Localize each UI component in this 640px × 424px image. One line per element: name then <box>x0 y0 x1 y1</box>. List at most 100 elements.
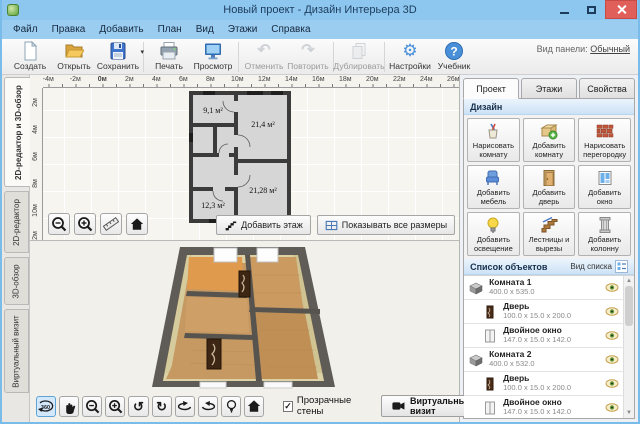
draw-room-button[interactable]: Нарисовать комнату <box>467 118 520 162</box>
object-row-room2[interactable]: Комната 2 400.0 x 532.0 <box>464 348 623 372</box>
visibility-eye-icon[interactable] <box>605 283 619 292</box>
horizontal-ruler: -4м-2м0м 2м4м6м 8м10м12м 14м16м18м 20м22… <box>43 75 459 88</box>
visibility-eye-icon[interactable] <box>605 403 619 412</box>
question-icon: ? <box>444 41 464 61</box>
home-icon <box>130 217 144 231</box>
add-furniture-button[interactable]: Добавить мебель <box>467 165 520 209</box>
visibility-eye-icon[interactable] <box>605 379 619 388</box>
stairs-cutouts-button[interactable]: Лестницы и вырезы <box>523 212 576 256</box>
add-door-button[interactable]: Добавить дверь <box>523 165 576 209</box>
zoom-out-2d-button[interactable] <box>48 213 70 235</box>
visibility-eye-icon[interactable] <box>605 307 619 316</box>
panel-view-link[interactable]: Обычный <box>590 44 630 54</box>
orbit-right-button[interactable] <box>198 396 218 417</box>
rotate-down-button[interactable]: ↻ <box>152 396 172 417</box>
main-toolbar: Создать Открыть Сохранить ▾ <box>2 39 638 75</box>
tab-2d-3d[interactable]: 2D-редактор и 3D-обзор <box>4 77 31 187</box>
app-window: Новый проект - Дизайн Интерьера 3D Файл … <box>0 0 640 424</box>
add-column-button[interactable]: Добавить колонну <box>578 212 631 256</box>
add-room-button[interactable]: Добавить комнату <box>523 118 576 162</box>
transparent-walls-option[interactable]: ✓ Прозрачные стены <box>283 395 368 417</box>
home-view-2d-button[interactable] <box>126 213 148 235</box>
draw-room-icon <box>484 122 502 140</box>
add-lighting-button[interactable]: Добавить освещение <box>467 212 520 256</box>
menu-floors[interactable]: Этажи <box>221 22 265 37</box>
zoom-in-2d-button[interactable] <box>74 213 96 235</box>
rotate-360-icon: 360 <box>37 398 54 415</box>
orbit-left-button[interactable] <box>175 396 195 417</box>
tab-floors[interactable]: Этажи <box>521 78 577 99</box>
new-project-button[interactable]: Создать <box>8 40 52 71</box>
door-icon <box>482 304 498 320</box>
home-view-3d-button[interactable] <box>244 396 264 417</box>
objects-list-scrollbar[interactable]: ▲ ▼ <box>623 276 634 418</box>
lightbulb-icon <box>224 399 239 414</box>
house-3d-render <box>152 245 335 389</box>
scroll-up-icon[interactable]: ▲ <box>626 276 632 286</box>
object-row-window1[interactable]: Двойное окно 147.0 x 15.0 x 142.0 <box>464 324 623 348</box>
transparent-walls-checkbox[interactable]: ✓ <box>283 401 293 412</box>
object-dimensions: 147.0 x 15.0 x 142.0 <box>503 336 571 345</box>
object-dimensions: 400.0 x 535.0 <box>489 288 534 297</box>
visibility-eye-icon[interactable] <box>605 355 619 364</box>
tab-properties[interactable]: Свойства <box>579 78 635 99</box>
draw-partition-button[interactable]: Нарисовать перегородку <box>578 118 631 162</box>
object-row-door2[interactable]: Дверь 100.0 x 15.0 x 200.0 <box>464 372 623 396</box>
menu-view[interactable]: Вид <box>189 22 221 37</box>
object-row-door1[interactable]: Дверь 100.0 x 15.0 x 200.0 <box>464 300 623 324</box>
menu-file[interactable]: Файл <box>6 22 45 37</box>
object-row-window2[interactable]: Двойное окно 147.0 x 15.0 x 142.0 <box>464 396 623 418</box>
measure-ruler-button[interactable] <box>100 213 122 235</box>
design-section-header: Дизайн <box>464 99 634 115</box>
save-dropdown-icon[interactable]: ▾ <box>140 48 144 56</box>
orbit-right-icon <box>200 398 216 414</box>
add-floor-button[interactable]: Добавить этаж <box>216 215 311 235</box>
tutorial-button[interactable]: ? Учебник <box>432 40 476 71</box>
open-button[interactable]: Открыть <box>52 40 96 71</box>
menu-edit[interactable]: Правка <box>45 22 93 37</box>
rotate-ccw-icon: ↺ <box>133 400 144 413</box>
minimize-icon <box>560 12 569 14</box>
preview-button[interactable]: Просмотр <box>191 40 235 71</box>
menu-plan[interactable]: План <box>151 22 189 37</box>
vertical-ruler: 2м 4м 6м 8м 10м 12м <box>30 88 43 240</box>
objects-section-header: Список объектов Вид списка <box>464 259 634 275</box>
tab-3d-view[interactable]: 3D-обзор <box>4 257 29 305</box>
svg-text:?: ? <box>450 45 457 59</box>
view-3d[interactable]: 360 <box>30 241 459 422</box>
maximize-button[interactable] <box>578 0 605 19</box>
rotate-up-button[interactable]: ↺ <box>128 396 148 417</box>
zoom-out-3d-button[interactable] <box>82 396 102 417</box>
print-button[interactable]: Печать <box>147 40 191 71</box>
scroll-down-icon[interactable]: ▼ <box>626 408 632 418</box>
rotate-360-button[interactable]: 360 <box>36 396 56 417</box>
visibility-eye-icon[interactable] <box>605 331 619 340</box>
tab-2d-editor[interactable]: 2D-редактор <box>4 191 29 253</box>
lighting-button[interactable] <box>221 396 241 417</box>
editor-2d: -4м-2м0м 2м4м6м 8м10м12м 14м16м18м 20м22… <box>30 75 459 241</box>
design-buttons-grid: Нарисовать комнату Добавить комнату <box>464 115 634 259</box>
window-title: Новый проект - Дизайн Интерьера 3D <box>2 4 638 16</box>
save-button[interactable]: Сохранить ▾ <box>96 40 140 71</box>
pan-hand-button[interactable] <box>59 396 79 417</box>
tab-project[interactable]: Проект <box>463 78 519 99</box>
object-row-room1[interactable]: Комната 1 400.0 x 535.0 <box>464 276 623 300</box>
zoom-in-3d-button[interactable] <box>105 396 125 417</box>
duplicate-button: Дублировать <box>337 40 381 71</box>
room-area-label: 9,1 м² <box>203 106 223 115</box>
menu-add[interactable]: Добавить <box>92 22 150 37</box>
ruler-icon <box>103 216 119 232</box>
settings-button[interactable]: ⚙ Настройки <box>388 40 432 71</box>
floor-plan-drawing: 9,1 м² 21,4 м² 21,28 м² 12,3 м² <box>187 89 293 225</box>
scrollbar-thumb[interactable] <box>625 286 633 326</box>
tab-virtual-visit[interactable]: Виртуальный визит <box>4 309 29 393</box>
minimize-button[interactable] <box>551 0 578 19</box>
zoom-out-icon <box>85 399 100 414</box>
add-window-button[interactable]: Добавить окно <box>578 165 631 209</box>
menu-help[interactable]: Справка <box>264 22 317 37</box>
plan-canvas-2d[interactable]: 9,1 м² 21,4 м² 21,28 м² 12,3 м² <box>43 88 459 240</box>
list-view-button[interactable] <box>615 260 628 273</box>
show-all-dimensions-button[interactable]: Показывать все размеры <box>317 215 455 235</box>
toolbar-separator <box>238 42 239 72</box>
close-button[interactable] <box>605 0 637 19</box>
